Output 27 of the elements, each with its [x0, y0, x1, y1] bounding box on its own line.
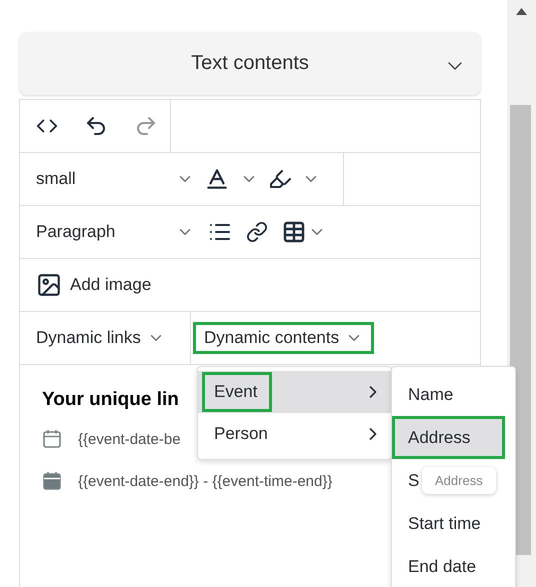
dynamic-links-dropdown[interactable]: Dynamic links [36, 325, 173, 351]
submenu-item[interactable]: Name [392, 373, 515, 416]
calendar-icon [42, 429, 62, 449]
highlighter-icon[interactable] [268, 167, 292, 191]
submenu-item[interactable]: Start time [392, 502, 515, 545]
add-image-label[interactable]: Add image [70, 275, 152, 295]
menu-item-label: Person [213, 423, 269, 445]
calendar-icon [42, 471, 62, 491]
submenu-item[interactable]: Address [392, 416, 505, 459]
menu-item[interactable]: Event [198, 371, 391, 413]
scroll-up-icon[interactable] [516, 8, 527, 15]
tooltip: Address [422, 467, 496, 494]
placeholder-text: {{event-date-be [78, 430, 181, 448]
menu-item[interactable]: Person [198, 413, 391, 455]
dynamic-contents-dropdown[interactable]: Dynamic contents [196, 325, 372, 351]
link-icon[interactable] [246, 221, 268, 243]
table-icon[interactable] [282, 220, 306, 244]
image-icon[interactable] [36, 272, 62, 298]
panel-title: Text contents [191, 52, 309, 75]
menu-item-label: Event [205, 375, 270, 409]
font-size-select[interactable]: small [36, 169, 194, 189]
undo-icon[interactable] [84, 114, 108, 138]
submenu-item[interactable]: End date [392, 545, 515, 587]
placeholder-text: {{event-date-end}} - {{event-time-end}} [78, 472, 332, 490]
accordion-header[interactable]: Text contents [19, 32, 481, 95]
content-heading: Your unique lin [42, 389, 179, 411]
block-format-select[interactable]: Paragraph [36, 222, 194, 242]
